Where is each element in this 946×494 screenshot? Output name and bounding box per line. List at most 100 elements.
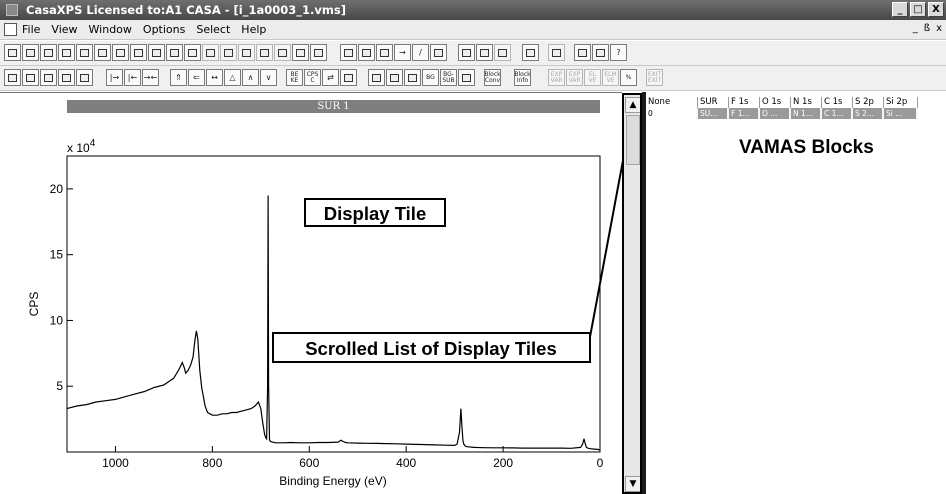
- block-cell[interactable]: F 1...: [729, 108, 760, 119]
- elm-ve-button[interactable]: ELM VE: [602, 69, 619, 86]
- goto-end-icon[interactable]: |←: [124, 69, 141, 86]
- merge-icon[interactable]: [476, 44, 493, 61]
- menu-window[interactable]: Window: [89, 23, 132, 36]
- menu-help[interactable]: Help: [241, 23, 266, 36]
- export-icon[interactable]: [458, 44, 475, 61]
- column-header[interactable]: S 2p: [853, 97, 884, 108]
- goto-start-icon[interactable]: |→: [106, 69, 123, 86]
- column-header[interactable]: None: [646, 97, 698, 108]
- be-ke-button[interactable]: BE KE: [286, 69, 303, 86]
- tile-copy-icon[interactable]: [166, 44, 183, 61]
- window-icon[interactable]: [4, 69, 21, 86]
- bg-button[interactable]: BG: [422, 69, 439, 86]
- app-icon[interactable]: [6, 4, 18, 16]
- open-file-icon[interactable]: [22, 44, 39, 61]
- document-icon[interactable]: [148, 44, 165, 61]
- block-cell[interactable]: O ...: [760, 108, 791, 119]
- tile-icon[interactable]: [22, 69, 39, 86]
- display-icon[interactable]: [340, 44, 357, 61]
- tile-paste-icon[interactable]: [184, 44, 201, 61]
- disabled-tool-icon[interactable]: [220, 44, 237, 61]
- y-axis-label: CPS: [27, 292, 41, 317]
- element-icon[interactable]: [458, 69, 475, 86]
- block-cell[interactable]: 0: [646, 108, 698, 119]
- x-tick-label: 1000: [102, 456, 129, 470]
- mdi-close-button[interactable]: x: [936, 23, 942, 34]
- disabled-tool-icon[interactable]: [274, 44, 291, 61]
- scale-up-icon[interactable]: ⇑: [170, 69, 187, 86]
- expand-icon[interactable]: →←: [142, 69, 159, 86]
- display-tile-callout: Display Tile: [324, 203, 426, 224]
- exp-var-button[interactable]: EXP VAR: [548, 69, 565, 86]
- spectrum-icon[interactable]: [404, 69, 421, 86]
- column-header[interactable]: Si 2p: [884, 97, 918, 108]
- tile-icon[interactable]: [40, 69, 57, 86]
- block-conv-button[interactable]: Block Conv: [484, 69, 501, 86]
- new-file-icon[interactable]: [4, 44, 21, 61]
- copy-icon[interactable]: [76, 44, 93, 61]
- bg-sub-button[interactable]: BG- SUB: [440, 69, 457, 86]
- block-info-button[interactable]: Block Info: [514, 69, 531, 86]
- tile-icon[interactable]: [58, 69, 75, 86]
- document-icon[interactable]: [4, 23, 17, 36]
- percent-button[interactable]: %: [620, 69, 637, 86]
- stretch-icon[interactable]: ↔: [206, 69, 223, 86]
- close-button[interactable]: X: [928, 2, 944, 17]
- disabled-tool-icon[interactable]: [202, 44, 219, 61]
- exit-button[interactable]: EXIT EXIT: [646, 69, 663, 86]
- menu-file[interactable]: File: [22, 23, 40, 36]
- x-axis-label: Binding Energy (eV): [279, 474, 386, 488]
- exp-var-button-2[interactable]: EXP VAR: [566, 69, 583, 86]
- column-header[interactable]: SUR: [698, 97, 729, 108]
- copy-all-icon[interactable]: [130, 44, 147, 61]
- mdi-minimize-button[interactable]: _: [913, 23, 918, 34]
- block-cell[interactable]: SU...: [698, 108, 729, 119]
- minimize-button[interactable]: _: [892, 2, 908, 17]
- help-icon[interactable]: ?: [610, 44, 627, 61]
- tile-view-icon[interactable]: [310, 44, 327, 61]
- menu-options[interactable]: Options: [143, 23, 185, 36]
- peak-icon[interactable]: △: [224, 69, 241, 86]
- down-icon[interactable]: ∨: [260, 69, 277, 86]
- mdi-restore-button[interactable]: ß: [924, 23, 930, 34]
- image-icon[interactable]: [376, 44, 393, 61]
- disabled-tool-icon[interactable]: [256, 44, 273, 61]
- graph-icon[interactable]: [386, 69, 403, 86]
- arrow-icon[interactable]: →: [394, 44, 411, 61]
- image-icon[interactable]: [340, 69, 357, 86]
- disabled-tool-icon[interactable]: [494, 44, 511, 61]
- open-folder-icon[interactable]: [40, 44, 57, 61]
- block-cell[interactable]: S 2...: [853, 108, 884, 119]
- block-cell[interactable]: Si ...: [884, 108, 918, 119]
- copy-metafile-icon[interactable]: [112, 44, 129, 61]
- block-cell[interactable]: N 1...: [791, 108, 822, 119]
- disabled-tool-icon[interactable]: [548, 44, 565, 61]
- column-header[interactable]: N 1s: [791, 97, 822, 108]
- menu-view[interactable]: View: [51, 23, 77, 36]
- annotate-icon[interactable]: [292, 44, 309, 61]
- overlay-icon[interactable]: [358, 44, 375, 61]
- report-icon[interactable]: [522, 44, 539, 61]
- copy-tiles-icon[interactable]: [94, 44, 111, 61]
- disabled-tool-icon[interactable]: [238, 44, 255, 61]
- save-icon[interactable]: [58, 44, 75, 61]
- block-cell[interactable]: C 1...: [822, 108, 853, 119]
- print-icon[interactable]: [574, 44, 591, 61]
- column-header[interactable]: F 1s: [729, 97, 760, 108]
- el-ve-button[interactable]: EL VE: [584, 69, 601, 86]
- rescale-icon[interactable]: ⇄: [322, 69, 339, 86]
- pen-icon[interactable]: /: [412, 44, 429, 61]
- tile-icon[interactable]: [76, 69, 93, 86]
- y-tick-label: 15: [50, 248, 64, 262]
- column-header[interactable]: C 1s: [822, 97, 853, 108]
- spectrum-chart[interactable]: x 104 1000 800 600 400 200 0 5 10 15 20 Binding …: [0, 93, 622, 494]
- column-header[interactable]: O 1s: [760, 97, 791, 108]
- menu-select[interactable]: Select: [196, 23, 230, 36]
- fit-icon[interactable]: [430, 44, 447, 61]
- up-icon[interactable]: ∧: [242, 69, 259, 86]
- panel-icon[interactable]: [368, 69, 385, 86]
- maximize-button[interactable]: □: [910, 2, 926, 17]
- scale-icon[interactable]: ⇐: [188, 69, 205, 86]
- print-preview-icon[interactable]: [592, 44, 609, 61]
- cps-button[interactable]: CPS C: [304, 69, 321, 86]
